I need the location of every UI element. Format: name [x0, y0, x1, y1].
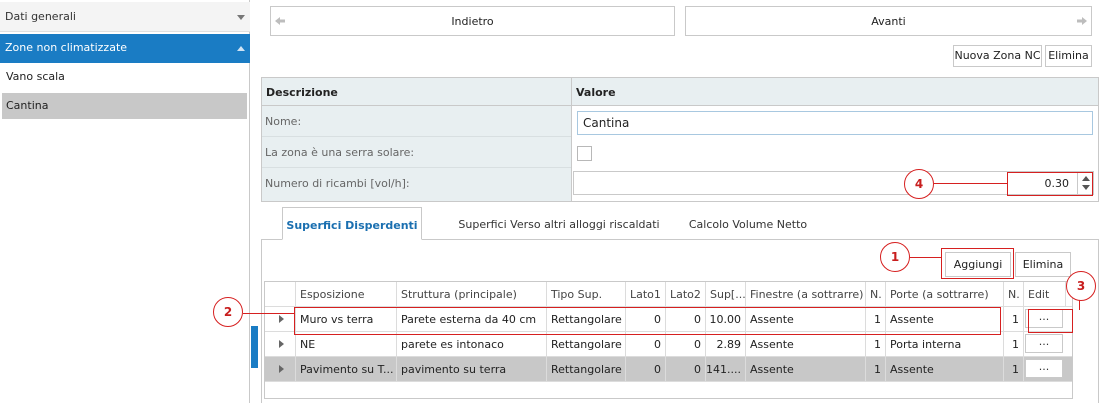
cell-lato1[interactable]: 0: [626, 357, 666, 382]
cell-n-porte[interactable]: 1: [1004, 307, 1024, 332]
row-indicator[interactable]: [265, 307, 296, 332]
cell-finestre[interactable]: Assente: [746, 357, 866, 382]
surfaces-table: Esposizione Struttura (principale) Tipo …: [264, 281, 1073, 399]
annotation-marker-3: 3: [1066, 271, 1096, 301]
section-dati-generali[interactable]: Dati generali: [0, 2, 250, 32]
tab-calcolo-volume[interactable]: Calcolo Volume Netto: [673, 207, 823, 240]
tab-superfici-disperdenti[interactable]: Superfici Disperdenti: [282, 207, 422, 240]
table-header-row: Esposizione Struttura (principale) Tipo …: [265, 282, 1072, 307]
row-expand-icon[interactable]: [279, 365, 284, 373]
row-expand-icon[interactable]: [279, 340, 284, 348]
annotation-connector-2: [243, 313, 294, 314]
zone-item-label: Cantina: [6, 99, 49, 112]
cell-edit: ...: [1024, 357, 1066, 382]
property-grid-header: Descrizione Valore: [262, 78, 1098, 106]
section-dati-generali-label: Dati generali: [5, 10, 76, 23]
table-row[interactable]: NE parete es intonaco Rettangolare 0 0 2…: [265, 332, 1072, 357]
cell-edit: ...: [1024, 332, 1066, 357]
cell-lato2[interactable]: 0: [666, 332, 706, 357]
annotation-connector-4: [934, 183, 1007, 184]
header-tipo-sup[interactable]: Tipo Sup.: [547, 282, 626, 307]
row-indicator[interactable]: [265, 357, 296, 382]
arrow-right-icon: [1077, 17, 1087, 25]
header-n-finestre[interactable]: N.: [866, 282, 886, 307]
property-label-text: Numero di ricambi [vol/h]:: [265, 177, 410, 190]
zone-item-label: Vano scala: [6, 70, 65, 83]
property-label-text: La zona è una serra solare:: [265, 146, 415, 159]
chevron-up-icon: [237, 46, 245, 51]
header-sup[interactable]: Sup[...: [706, 282, 746, 307]
cell-lato2[interactable]: 0: [666, 357, 706, 382]
cell-sup[interactable]: 141....: [706, 357, 746, 382]
cell-struttura[interactable]: parete es intonaco: [397, 332, 547, 357]
header-lato2[interactable]: Lato2: [666, 282, 706, 307]
column-header-descrizione: Descrizione: [266, 86, 338, 99]
cell-lato1[interactable]: 0: [626, 332, 666, 357]
name-input[interactable]: Cantina: [577, 111, 1093, 135]
header-lato1[interactable]: Lato1: [626, 282, 666, 307]
edit-row-button[interactable]: ...: [1025, 334, 1063, 353]
annotation-box-1: [941, 248, 1014, 279]
column-header-valore: Valore: [576, 86, 616, 99]
edit-row-button[interactable]: ...: [1025, 359, 1063, 378]
annotation-marker-2: 2: [213, 297, 243, 327]
forward-button-label: Avanti: [871, 15, 906, 28]
header-porte[interactable]: Porte (a sottrarre): [886, 282, 1004, 307]
delete-surface-button[interactable]: Elimina: [1015, 252, 1071, 277]
delete-zone-button[interactable]: Elimina: [1045, 45, 1092, 67]
annotation-box-3: [1028, 309, 1073, 333]
property-grid-divider: [571, 78, 572, 201]
row-indicator-header: [265, 282, 296, 307]
header-edit[interactable]: Edit: [1024, 282, 1066, 307]
cell-esposizione[interactable]: Pavimento su T...: [296, 357, 397, 382]
property-label-ricambi: Numero di ricambi [vol/h]:: [262, 168, 571, 201]
cell-sup[interactable]: 2.89: [706, 332, 746, 357]
zone-item-vano-scala[interactable]: Vano scala: [2, 64, 247, 90]
annotation-connector-1: [910, 257, 941, 258]
tab-superfici-altri-alloggi[interactable]: Superfici Verso altri alloggi riscaldati: [449, 207, 669, 240]
tab-label: Superfici Verso altri alloggi riscaldati: [458, 218, 660, 231]
cell-tipo-sup[interactable]: Rettangolare: [547, 357, 626, 382]
table-row-selected[interactable]: Pavimento su T... pavimento su terra Ret…: [265, 357, 1072, 382]
annotation-box-4: [1007, 172, 1093, 196]
header-n-porte[interactable]: N.: [1004, 282, 1024, 307]
cell-tipo-sup[interactable]: Rettangolare: [547, 332, 626, 357]
property-label-text: Nome:: [265, 115, 302, 128]
annotation-box-2: [294, 307, 1001, 335]
header-struttura[interactable]: Struttura (principale): [397, 282, 547, 307]
cell-porte[interactable]: Porta interna: [886, 332, 1004, 357]
cell-n-finestre[interactable]: 1: [866, 332, 886, 357]
serra-solare-checkbox[interactable]: [577, 146, 592, 161]
header-esposizione[interactable]: Esposizione: [296, 282, 397, 307]
property-label-serra: La zona è una serra solare:: [262, 137, 571, 168]
back-button[interactable]: Indietro: [270, 6, 675, 36]
row-expand-icon[interactable]: [279, 315, 284, 323]
cell-finestre[interactable]: Assente: [746, 332, 866, 357]
header-finestre[interactable]: Finestre (a sottrarre): [746, 282, 866, 307]
tab-label: Calcolo Volume Netto: [688, 218, 808, 231]
tab-bar: Superfici Disperdenti Superfici Verso al…: [261, 203, 1099, 240]
cell-porte[interactable]: Assente: [886, 357, 1004, 382]
property-label-nome: Nome:: [262, 106, 571, 137]
new-zone-button[interactable]: Nuova Zona NC: [953, 45, 1042, 67]
zone-item-cantina[interactable]: Cantina: [2, 93, 247, 119]
zone-list-panel: Dati generali Zone non climatizzate Vano…: [0, 0, 250, 403]
chevron-down-icon: [237, 15, 245, 20]
name-input-value: Cantina: [583, 116, 630, 130]
section-zone-label: Zone non climatizzate: [5, 41, 128, 54]
section-zone-non-climatizzate[interactable]: Zone non climatizzate: [0, 34, 250, 63]
splitter-indicator: [251, 326, 258, 368]
back-button-label: Indietro: [451, 15, 494, 28]
forward-button[interactable]: Avanti: [685, 6, 1092, 36]
annotation-marker-1: 1: [880, 242, 910, 272]
cell-esposizione[interactable]: NE: [296, 332, 397, 357]
tab-label: Superfici Disperdenti: [286, 219, 418, 232]
row-indicator[interactable]: [265, 332, 296, 357]
cell-struttura[interactable]: pavimento su terra: [397, 357, 547, 382]
cell-n-finestre[interactable]: 1: [866, 357, 886, 382]
annotation-marker-4: 4: [904, 169, 934, 199]
annotation-connector-3: [1079, 300, 1080, 310]
cell-n-porte[interactable]: 1: [1004, 357, 1024, 382]
cell-n-porte[interactable]: 1: [1004, 332, 1024, 357]
